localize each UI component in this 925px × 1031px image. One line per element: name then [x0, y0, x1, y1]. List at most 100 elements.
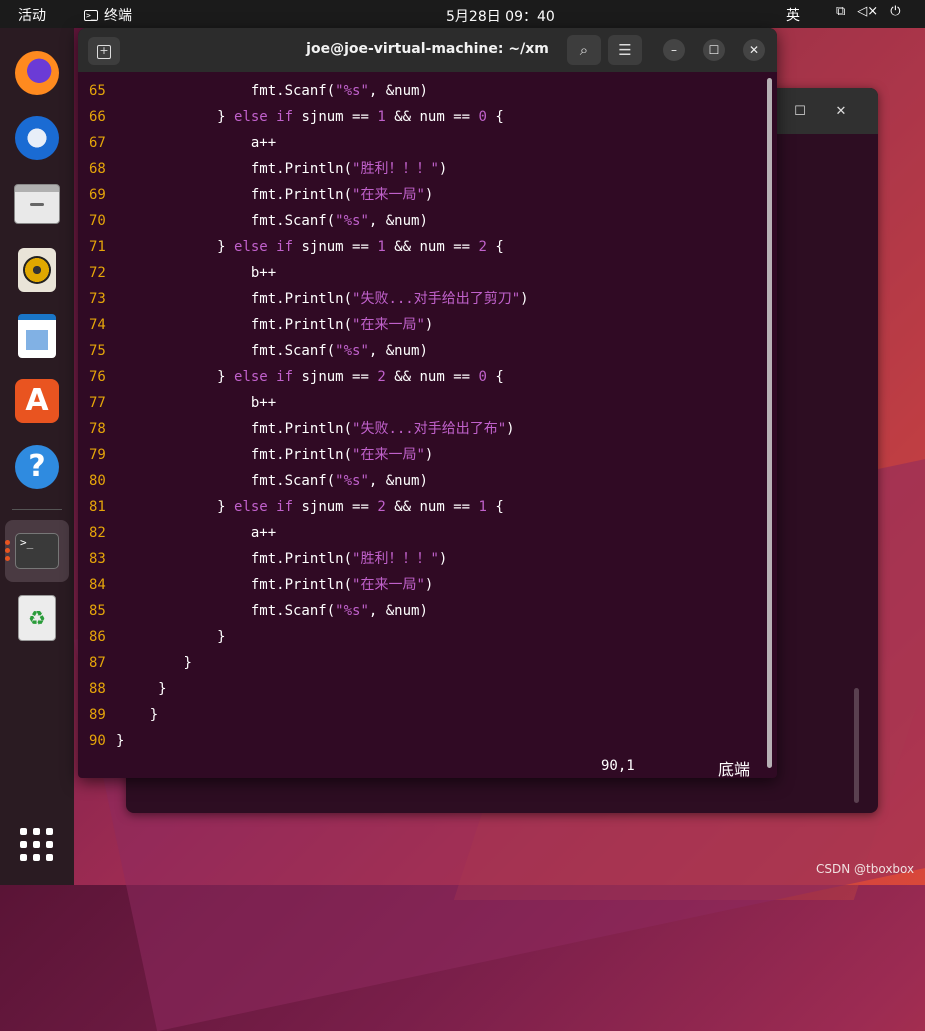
vim-status-line: 90,1 底端 [78, 756, 768, 778]
code-line: 69 fmt.Println("在来一局") [78, 182, 768, 208]
code-text: fmt.Println("在来一局") [250, 577, 434, 593]
code-line: 83 fmt.Println("胜利！！！") [78, 546, 768, 572]
minimize-icon: – [671, 43, 677, 57]
system-menu[interactable]: ⧉ ◁× ⏻ [836, 4, 900, 19]
help-icon: ? [15, 445, 59, 489]
show-apps-icon[interactable] [20, 828, 54, 862]
line-number: 67 [89, 135, 106, 151]
code-line: 67 a++ [78, 130, 768, 156]
search-button[interactable]: ⌕ [567, 35, 601, 65]
clock[interactable]: 5月28日 09：40 [446, 6, 555, 26]
close-icon[interactable]: ✕ [830, 101, 852, 123]
scrollbar[interactable] [854, 688, 859, 803]
code-line: 84 fmt.Println("在来一局") [78, 572, 768, 598]
files-icon [14, 184, 60, 224]
code-line: 80 fmt.Scanf("%s", &num) [78, 468, 768, 494]
terminal-header: + joe@joe-virtual-machine: ~/xm ⌕ ☰ – ☐ … [78, 28, 777, 72]
line-number: 86 [89, 629, 106, 645]
code-line: 75 fmt.Scanf("%s", &num) [78, 338, 768, 364]
code-text: fmt.Println("在来一局") [250, 447, 434, 463]
search-icon: ⌕ [579, 41, 589, 59]
activities-button[interactable]: 活动 [18, 5, 46, 25]
code-line: 71 } else if sjnum == 1 && num == 2 { [78, 234, 768, 260]
code-line: 76 } else if sjnum == 2 && num == 0 { [78, 364, 768, 390]
code-line: 82 a++ [78, 520, 768, 546]
line-number: 85 [89, 603, 106, 619]
code-text: fmt.Println("胜利！！！") [250, 161, 448, 177]
maximize-icon[interactable]: ☐ [789, 101, 811, 123]
line-number: 87 [89, 655, 106, 671]
menu-button[interactable]: ☰ [608, 35, 642, 65]
line-number: 90 [89, 733, 106, 749]
power-icon: ⏻ [890, 4, 901, 19]
code-text: } else if sjnum == 1 && num == 2 { [217, 239, 504, 255]
app-menu[interactable]: >_ 终端 [84, 5, 132, 25]
code-text: fmt.Scanf("%s", &num) [250, 83, 428, 99]
line-number: 73 [89, 291, 106, 307]
code-text: } [116, 733, 125, 749]
code-text: fmt.Scanf("%s", &num) [250, 473, 428, 489]
dock-writer[interactable] [12, 311, 62, 361]
line-number: 88 [89, 681, 106, 697]
rhythmbox-icon [18, 248, 56, 292]
line-number: 82 [89, 525, 106, 541]
line-number: 78 [89, 421, 106, 437]
line-number: 84 [89, 577, 106, 593]
line-number: 68 [89, 161, 106, 177]
code-text: fmt.Scanf("%s", &num) [250, 343, 428, 359]
dock-software[interactable]: A [12, 376, 62, 426]
code-text: } else if sjnum == 2 && num == 0 { [217, 369, 504, 385]
hamburger-icon: ☰ [618, 41, 632, 59]
line-number: 83 [89, 551, 106, 567]
code-text: fmt.Println("在来一局") [250, 317, 434, 333]
app-name: 终端 [104, 8, 132, 24]
dock-rhythmbox[interactable] [12, 245, 62, 295]
line-number: 71 [89, 239, 106, 255]
libreoffice-writer-icon [18, 314, 56, 358]
software-store-icon: A [15, 379, 59, 423]
line-number: 81 [89, 499, 106, 515]
code-text: } else if sjnum == 1 && num == 0 { [217, 109, 504, 125]
code-text: a++ [250, 135, 277, 151]
line-number: 80 [89, 473, 106, 489]
code-text: } [149, 707, 159, 723]
line-number: 77 [89, 395, 106, 411]
firefox-icon [15, 51, 59, 95]
code-line: 65 fmt.Scanf("%s", &num) [78, 78, 768, 104]
minimize-button[interactable]: – [663, 39, 685, 61]
maximize-icon: ☐ [708, 43, 720, 57]
line-number: 72 [89, 265, 106, 281]
code-line: 85 fmt.Scanf("%s", &num) [78, 598, 768, 624]
maximize-button[interactable]: ☐ [703, 39, 725, 61]
close-button[interactable]: ✕ [743, 39, 765, 61]
code-line: 74 fmt.Println("在来一局") [78, 312, 768, 338]
thunderbird-icon [15, 116, 59, 160]
terminal-window[interactable]: + joe@joe-virtual-machine: ~/xm ⌕ ☰ – ☐ … [78, 28, 777, 778]
line-number: 74 [89, 317, 106, 333]
code-text: a++ [250, 525, 277, 541]
dock-thunderbird[interactable] [12, 113, 62, 163]
dock-trash[interactable]: ♻ [12, 593, 62, 643]
code-text: b++ [250, 395, 277, 411]
cursor-position: 90,1 [601, 758, 635, 774]
code-text: } else if sjnum == 2 && num == 1 { [217, 499, 504, 515]
code-line: 90} [78, 728, 768, 754]
dock-help[interactable]: ? [12, 442, 62, 492]
code-line: 70 fmt.Scanf("%s", &num) [78, 208, 768, 234]
dock-firefox[interactable] [12, 48, 62, 98]
dock-files[interactable] [12, 179, 62, 229]
code-text: } [183, 655, 192, 671]
line-number: 66 [89, 109, 106, 125]
line-number: 70 [89, 213, 106, 229]
input-method-indicator[interactable]: 英 [786, 5, 800, 25]
code-line: 79 fmt.Println("在来一局") [78, 442, 768, 468]
line-number: 79 [89, 447, 106, 463]
dock-terminal[interactable]: >_ [12, 526, 62, 576]
top-bar: 活动 >_ 终端 5月28日 09：40 英 ⧉ ◁× ⏻ [0, 0, 925, 28]
code-text: b++ [250, 265, 277, 281]
terminal-icon: >_ [15, 533, 59, 569]
scrollbar[interactable] [767, 78, 772, 768]
volume-muted-icon: ◁× [857, 4, 879, 19]
code-line: 87 } [78, 650, 768, 676]
network-icon: ⧉ [836, 4, 846, 19]
